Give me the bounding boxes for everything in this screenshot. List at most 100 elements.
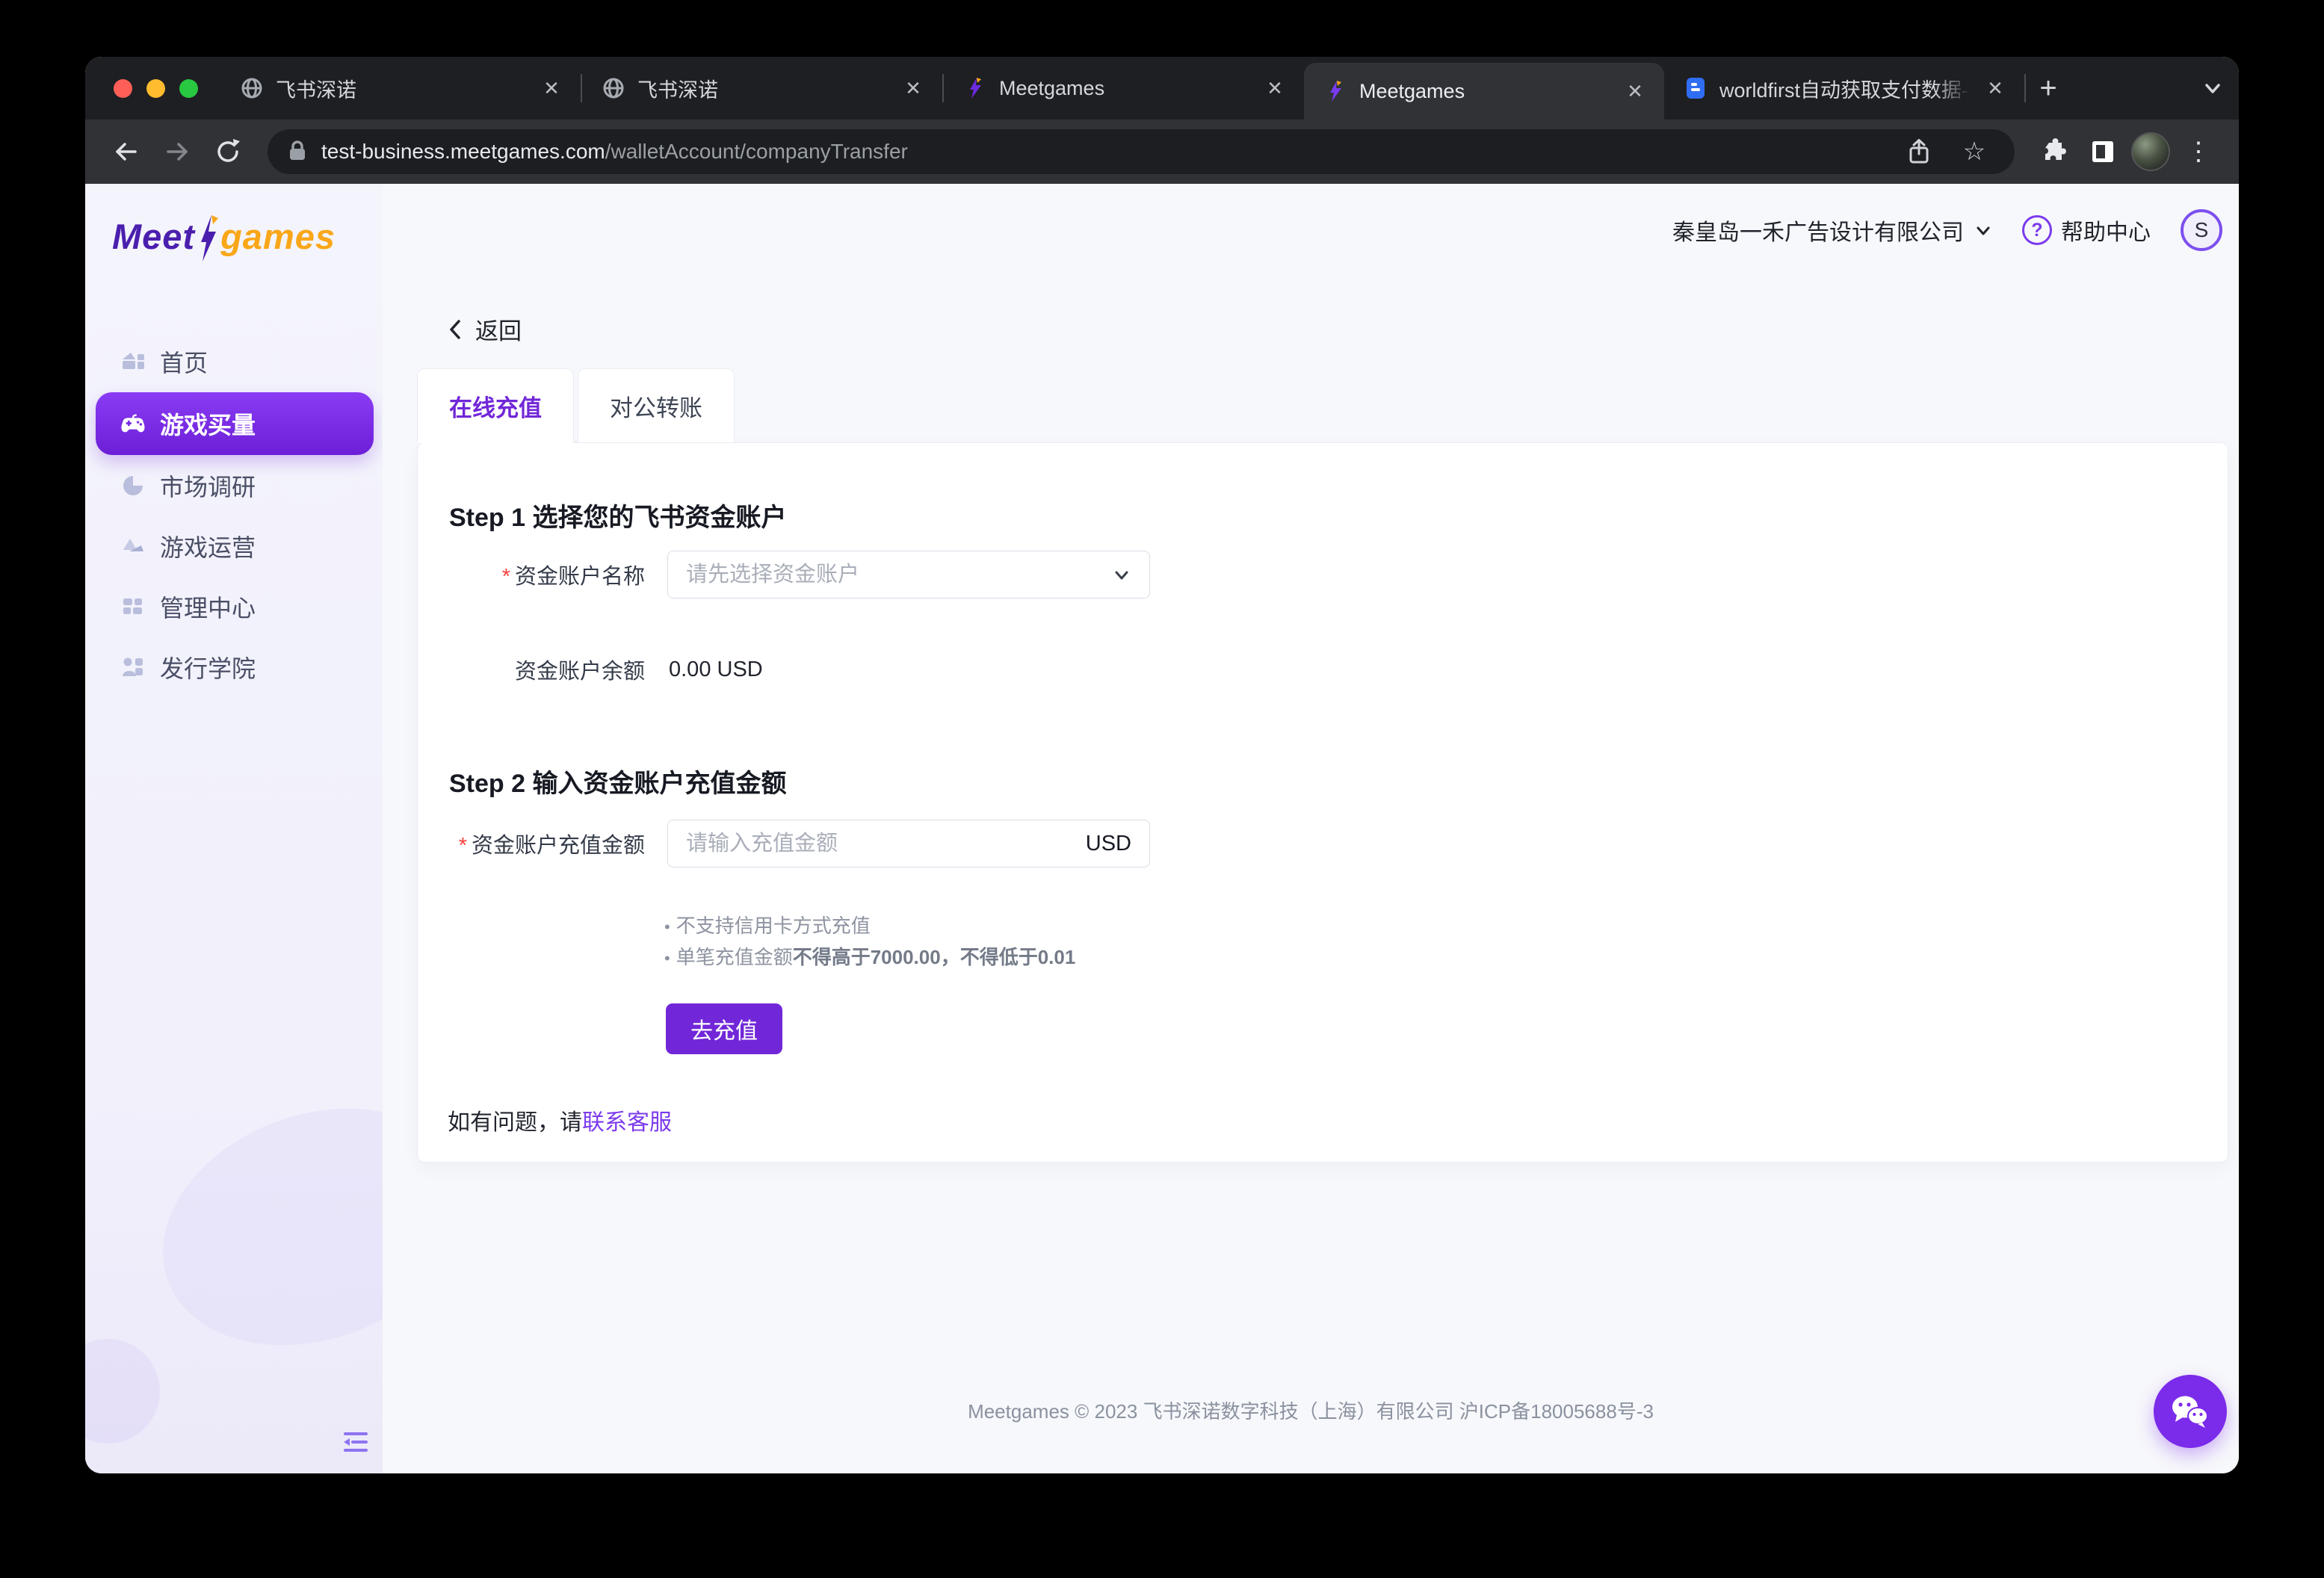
grid-icon xyxy=(120,593,146,620)
tab-close-icon[interactable]: ✕ xyxy=(1262,75,1288,101)
tab-strip: 飞书深诺 ✕ 飞书深诺 ✕ Meetgames xyxy=(85,57,2239,120)
sidebar-item-label: 市场调研 xyxy=(160,468,256,503)
browser-tabs: 飞书深诺 ✕ 飞书深诺 ✕ Meetgames xyxy=(220,57,2071,120)
globe-icon xyxy=(240,76,264,100)
extensions-puzzle-icon[interactable] xyxy=(2033,131,2074,173)
required-asterisk: * xyxy=(502,565,510,589)
amount-row: *资金账户充值金额 USD xyxy=(449,820,1150,867)
sidebar-item-game-ops[interactable]: 游戏运营 xyxy=(85,516,383,576)
browser-tab-2[interactable]: 飞书深诺 ✕ xyxy=(582,57,942,120)
drive-icon xyxy=(120,533,146,560)
tab-search-chevron-icon[interactable] xyxy=(2187,57,2239,120)
amount-input[interactable] xyxy=(686,832,1077,856)
back-button[interactable]: 返回 xyxy=(447,312,522,346)
logo-games-text: games xyxy=(220,216,336,257)
sidebar-item-publishing-academy[interactable]: 发行学院 xyxy=(85,637,383,697)
help-center-link[interactable]: ? 帮助中心 xyxy=(2022,214,2151,247)
url-text: test-business.meetgames.com/walletAccoun… xyxy=(321,140,908,164)
sidebar-item-game-buying[interactable]: 游戏买量 xyxy=(96,392,374,455)
close-window-button[interactable] xyxy=(114,79,132,98)
browser-window: 飞书深诺 ✕ 飞书深诺 ✕ Meetgames xyxy=(85,57,2239,1473)
back-icon[interactable] xyxy=(105,130,148,173)
tab-title: Meetgames xyxy=(999,77,1250,100)
tab-corporate-transfer[interactable]: 对公转账 xyxy=(578,368,735,443)
sidebar-nav: 首页 游戏买量 市场调研 xyxy=(85,332,383,697)
browser-profile-avatar[interactable] xyxy=(2131,132,2170,171)
sidebar-item-label: 管理中心 xyxy=(160,590,256,624)
currency-suffix: USD xyxy=(1086,832,1131,856)
balance-row: 资金账户余额 0.00 USD xyxy=(449,654,763,685)
browser-tab-5[interactable]: worldfirst自动获取支付数据-PR ✕ xyxy=(1664,57,2024,120)
step2-title: Step 2 输入资金账户充值金额 xyxy=(449,763,786,799)
user-avatar[interactable]: S xyxy=(2181,209,2222,251)
contact-support-link[interactable]: 联系客服 xyxy=(582,1110,672,1135)
doc-favicon xyxy=(1684,76,1708,100)
chrome-menu-kebab-icon[interactable]: ⋮ xyxy=(2178,131,2219,173)
browser-tab-4-active[interactable]: Meetgames ✕ xyxy=(1304,63,1664,120)
window-controls xyxy=(85,57,220,120)
company-name: 秦皇岛一禾广告设计有限公司 xyxy=(1672,214,1964,247)
wechat-fab[interactable] xyxy=(2154,1375,2227,1448)
account-select[interactable] xyxy=(667,551,1150,598)
new-tab-button[interactable]: + xyxy=(2026,57,2071,120)
sidebar-item-admin-center[interactable]: 管理中心 xyxy=(85,577,383,637)
sidebar: Meet games 首页 游戏买量 xyxy=(85,184,383,1473)
lock-icon xyxy=(287,139,308,165)
home-icon xyxy=(120,348,146,375)
tab-title: 飞书深诺 xyxy=(276,74,527,103)
browser-tab-3[interactable]: Meetgames ✕ xyxy=(944,57,1304,120)
chevron-down-icon xyxy=(1974,221,1992,239)
browser-tab-1[interactable]: 飞书深诺 ✕ xyxy=(220,57,581,120)
tab-close-icon[interactable]: ✕ xyxy=(539,75,564,101)
share-icon[interactable] xyxy=(1898,131,1940,173)
app-content: Meet games 首页 游戏买量 xyxy=(85,184,2239,1473)
account-select-input[interactable] xyxy=(686,563,1103,587)
account-name-label: *资金账户名称 xyxy=(449,559,645,590)
contact-support-line: 如有问题，请联系客服 xyxy=(448,1104,672,1136)
bookmark-star-icon[interactable]: ☆ xyxy=(1953,131,1995,173)
user-bar: 秦皇岛一禾广告设计有限公司 ? 帮助中心 S xyxy=(1672,209,2222,251)
address-bar[interactable]: test-business.meetgames.com/walletAccoun… xyxy=(268,129,2015,174)
balance-value: 0.00 USD xyxy=(669,658,763,682)
zoom-window-button[interactable] xyxy=(179,79,198,98)
forward-icon[interactable] xyxy=(155,130,199,173)
globe-icon xyxy=(602,76,625,100)
reload-icon[interactable] xyxy=(206,130,250,173)
sidebar-item-label: 游戏买量 xyxy=(160,406,256,441)
tab-close-icon[interactable]: ✕ xyxy=(1622,78,1648,104)
meetgames-logo: Meet games xyxy=(85,184,383,257)
help-center-label: 帮助中心 xyxy=(2061,214,2151,247)
tab-close-icon[interactable]: ✕ xyxy=(1982,75,2008,101)
chevron-left-icon xyxy=(447,318,463,341)
amount-field[interactable]: USD xyxy=(667,820,1150,867)
tab-online-recharge[interactable]: 在线充值 xyxy=(417,368,574,443)
step1-title: Step 1 选择您的飞书资金账户 xyxy=(449,497,786,533)
tab-title: Meetgames xyxy=(1359,80,1610,103)
sidebar-item-market-research[interactable]: 市场调研 xyxy=(85,456,383,516)
go-recharge-button[interactable]: 去充值 xyxy=(666,1003,782,1054)
account-name-row: *资金账户名称 xyxy=(449,551,1150,598)
page-footer: Meetgames © 2023 飞书深诺数字科技（上海）有限公司 沪ICP备1… xyxy=(383,1396,2239,1424)
bolt-favicon xyxy=(1323,79,1347,103)
tab-close-icon[interactable]: ✕ xyxy=(900,75,926,101)
pie-chart-icon xyxy=(120,472,146,499)
url-host: test-business.meetgames.com xyxy=(321,140,605,163)
sidebar-item-label: 游戏运营 xyxy=(160,529,256,563)
logo-meet-text: Meet xyxy=(112,216,195,257)
recharge-notes: •不支持信用卡方式充值 •单笔充值金额不得高于7000.00，不得低于0.01 xyxy=(664,911,1075,974)
sidebar-panel-icon[interactable] xyxy=(2082,131,2124,173)
collapse-sidebar-icon[interactable] xyxy=(339,1426,372,1458)
question-mark-icon: ? xyxy=(2022,215,2052,245)
sidebar-item-label: 发行学院 xyxy=(160,650,256,684)
amount-label: *资金账户充值金额 xyxy=(449,828,645,859)
sidebar-item-home[interactable]: 首页 xyxy=(85,332,383,392)
company-switcher[interactable]: 秦皇岛一禾广告设计有限公司 xyxy=(1672,214,1992,247)
note-line-1: •不支持信用卡方式充值 xyxy=(664,911,1075,942)
logo-bolt-icon xyxy=(197,214,219,263)
minimize-window-button[interactable] xyxy=(146,79,165,98)
back-label: 返回 xyxy=(475,312,522,346)
browser-toolbar: test-business.meetgames.com/walletAccoun… xyxy=(85,120,2239,184)
screenshot-root: 飞书深诺 ✕ 飞书深诺 ✕ Meetgames xyxy=(0,0,2324,1578)
sidebar-item-label: 首页 xyxy=(160,344,208,379)
main-content: 秦皇岛一禾广告设计有限公司 ? 帮助中心 S 返回 在线充值 对公转账 xyxy=(383,184,2239,1473)
